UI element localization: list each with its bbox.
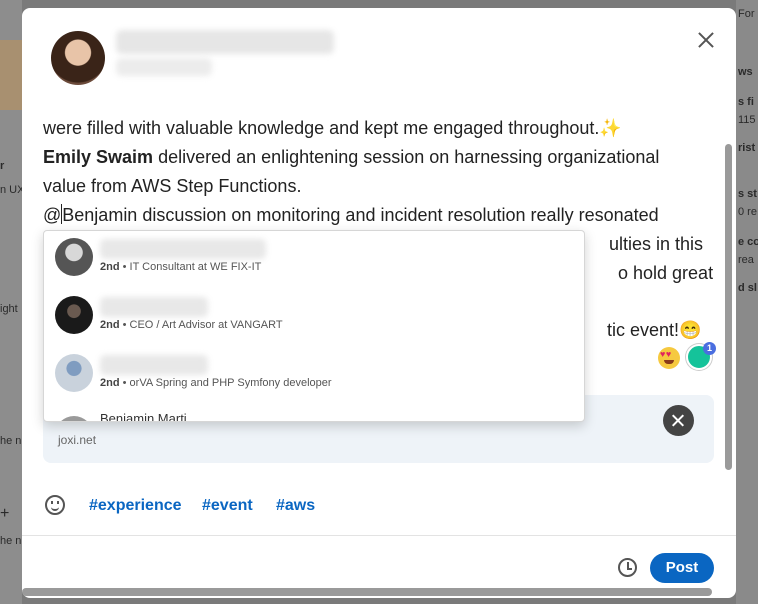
suggestion-name-blurred [100, 297, 208, 317]
bg-right-fragment: rea [738, 254, 754, 266]
bg-right-fragment: 115 [738, 114, 756, 126]
sparkles-emoji: ✨ [599, 118, 622, 138]
suggestion-subtitle: 2nd • CEO / Art Advisor at VANGART [100, 319, 283, 331]
editor-line: Emily Swaim delivered an enlightening se… [43, 143, 723, 172]
remove-preview-close-icon[interactable] [663, 405, 694, 436]
mention-suggestion-item[interactable]: 2nd • orVA Spring and PHP Symfony develo… [44, 347, 584, 405]
suggestion-avatar [55, 296, 93, 334]
bg-left-fragment: he n [0, 435, 22, 447]
mention-emily-swaim[interactable]: Emily Swaim [43, 147, 153, 167]
mention-suggestion-item[interactable]: Benjamin Marti... [44, 409, 584, 422]
link-preview-domain: joxi.net [58, 433, 97, 447]
editor-text: tic event! [607, 320, 680, 340]
grinning-emoji: 😁 [679, 320, 702, 340]
editor-text: ulties in this [609, 234, 704, 254]
schedule-clock-icon[interactable] [618, 558, 637, 577]
bg-right-fragment: ws [738, 66, 753, 78]
editor-text: value from AWS Step Functions. [43, 176, 302, 196]
suggestion-subtitle: 2nd • IT Consultant at WE FIX-IT [100, 261, 262, 273]
suggestion-subtitle: 2nd • orVA Spring and PHP Symfony develo… [100, 377, 332, 389]
background-left-column: r n UX ight he n + he n [0, 0, 25, 604]
editor-line: were filled with valuable knowledge and … [43, 114, 723, 143]
mention-suggestions-dropdown: 2nd • IT Consultant at WE FIX-IT 2nd • C… [43, 230, 585, 422]
grammarly-count-badge: 1 [703, 342, 716, 355]
bg-left-fragment: n UX [0, 184, 25, 196]
bg-right-fragment: 0 re [738, 206, 757, 218]
bg-right-fragment: For [738, 8, 755, 20]
horizontal-scrollbar[interactable] [22, 588, 712, 596]
heart-eyes-emoji-icon [658, 347, 680, 369]
vertical-scrollbar[interactable] [725, 144, 732, 470]
hashtag-experience[interactable]: #experience [89, 497, 182, 515]
bg-left-fragment: ight [0, 303, 18, 315]
author-avatar [51, 31, 105, 85]
mention-suggestion-item[interactable]: 2nd • CEO / Art Advisor at VANGART [44, 289, 584, 347]
author-visibility-blurred [116, 58, 212, 76]
editor-line: @Benjamin discussion on monitoring and i… [43, 201, 723, 230]
bg-left-fragment: r [0, 160, 5, 172]
author-name-blurred [116, 30, 334, 54]
editor-text: delivered an enlightening session on har… [153, 147, 660, 167]
footer-divider [22, 535, 736, 536]
suggestion-name-blurred [100, 239, 266, 259]
mention-suggestion-item[interactable]: 2nd • IT Consultant at WE FIX-IT [44, 231, 584, 289]
background-right-column: For ws s fi 115 rist s st 0 re e co rea … [736, 0, 758, 604]
suggestion-name-blurred [100, 355, 208, 375]
hashtag-aws[interactable]: #aws [276, 497, 315, 515]
bg-right-fragment: d sl [738, 282, 757, 294]
bg-right-fragment: s st [738, 188, 757, 200]
bg-left-fragment: + [0, 505, 10, 522]
suggestion-name: Benjamin Marti... [100, 411, 198, 422]
emoji-picker-icon[interactable] [45, 495, 65, 515]
editor-line: value from AWS Step Functions. [43, 172, 723, 201]
suggestion-avatar [55, 354, 93, 392]
suggestion-avatar [55, 238, 93, 276]
editor-text: o hold great [618, 263, 714, 283]
post-button[interactable]: Post [650, 553, 714, 583]
bg-right-fragment: e co [738, 236, 758, 248]
editor-text: Benjamin discussion on monitoring and in… [62, 205, 659, 225]
background-image [0, 40, 22, 110]
mention-trigger: @ [43, 205, 62, 225]
close-icon[interactable] [692, 26, 720, 54]
bg-left-fragment: he n [0, 535, 22, 547]
suggestion-avatar [55, 416, 93, 421]
bg-right-fragment: rist [738, 142, 756, 154]
bg-right-fragment: s fi [738, 96, 754, 108]
hashtag-event[interactable]: #event [202, 497, 253, 515]
editor-text: were filled with valuable knowledge and … [43, 118, 600, 138]
